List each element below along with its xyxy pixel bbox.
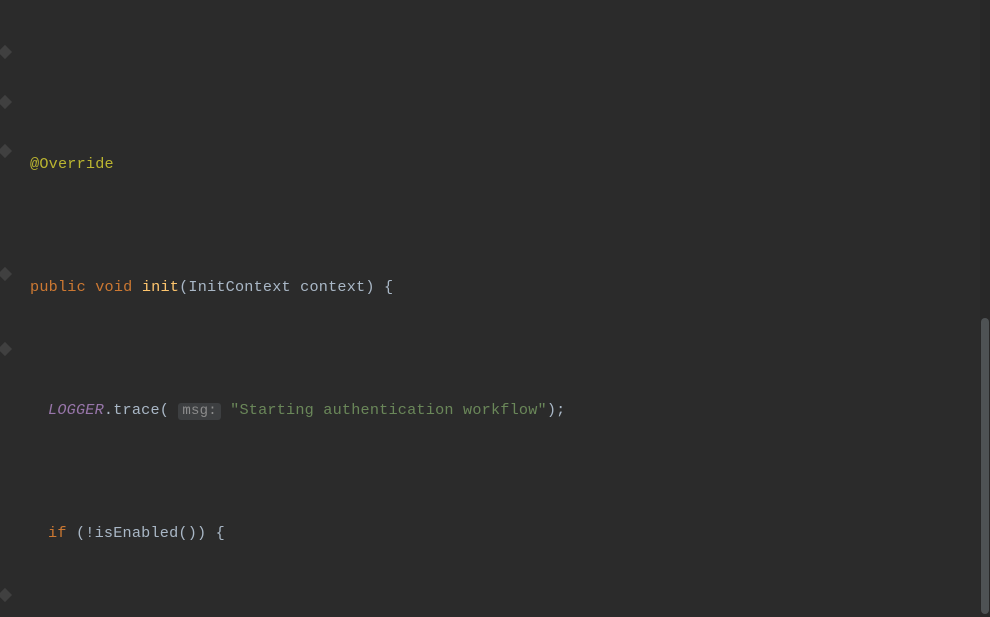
fold-marker[interactable] (0, 95, 12, 109)
code-editor[interactable]: @Override public void init(InitContext c… (0, 0, 990, 617)
keyword-void: void (95, 278, 132, 296)
code-line[interactable]: @Override (0, 152, 990, 177)
code-line[interactable]: LOGGER.trace( msg: "Starting authenticat… (0, 398, 990, 424)
punctuation: ); (547, 401, 566, 419)
fold-marker[interactable] (0, 45, 12, 59)
string-literal: "Starting authentication workflow" (230, 401, 547, 419)
method-name-init: init (142, 278, 179, 296)
scrollbar-track[interactable] (980, 0, 990, 617)
field-logger: LOGGER (48, 401, 104, 419)
fold-marker[interactable] (0, 588, 12, 602)
fold-marker[interactable] (0, 342, 12, 356)
scrollbar-thumb[interactable] (981, 318, 989, 614)
gutter (0, 0, 10, 617)
fold-marker[interactable] (0, 144, 12, 158)
param-hint: msg: (178, 403, 220, 420)
condition: (!isEnabled()) { (67, 524, 225, 542)
keyword-if: if (48, 524, 67, 542)
code-line[interactable]: public void init(InitContext context) { (0, 275, 990, 300)
code-line[interactable]: if (!isEnabled()) { (0, 521, 990, 546)
method-call: .trace( (104, 401, 169, 419)
signature: (InitContext context) { (179, 278, 393, 296)
annotation: @Override (30, 155, 114, 173)
keyword-public: public (30, 278, 86, 296)
